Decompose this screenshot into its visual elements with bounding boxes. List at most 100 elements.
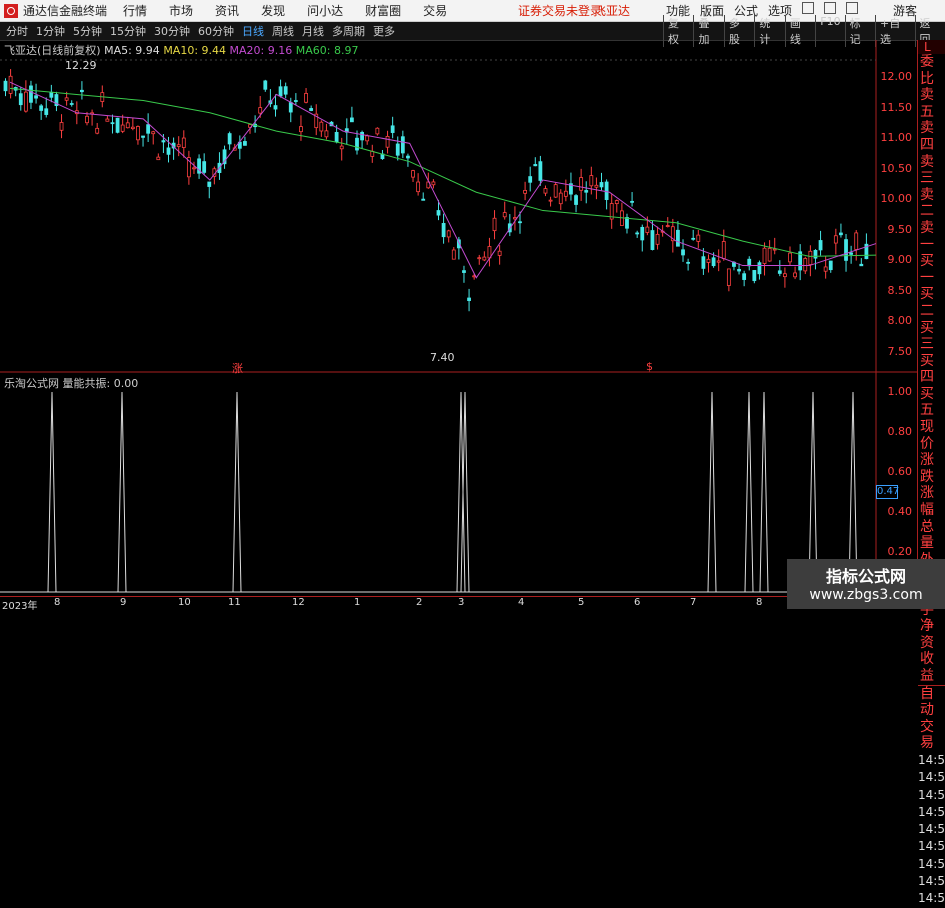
indicator-tick: 0.80	[887, 425, 913, 438]
candle-body	[166, 147, 171, 155]
candle-body	[3, 80, 8, 92]
low-price-label: 7.40	[430, 351, 455, 364]
candle-body	[518, 221, 522, 224]
candle-body	[436, 210, 441, 216]
quote-label: 卖四	[920, 120, 934, 153]
trade-label[interactable]: 交易	[918, 719, 945, 752]
tick-time: 14:56	[918, 891, 945, 906]
candle-body	[181, 137, 186, 148]
candle-body	[406, 155, 410, 159]
candle-body	[192, 167, 196, 170]
candle-body	[839, 232, 843, 236]
quote-label: 净资	[920, 618, 934, 651]
sub-indicator-line: 乐淘公式网 量能共振: 0.00	[4, 375, 138, 391]
indicator-spike	[744, 391, 754, 593]
candle-body	[650, 230, 655, 250]
candle-body	[635, 232, 640, 235]
indicator-spike	[707, 391, 717, 593]
candle-body	[803, 258, 808, 272]
candle-body	[299, 126, 303, 133]
candle-body	[849, 252, 854, 255]
ma10-value: MA10: 9.44	[163, 44, 227, 57]
indicator-current-value: 0.47	[876, 485, 900, 499]
candle-body	[513, 217, 517, 220]
candle-body	[304, 93, 308, 103]
indicator-spike	[232, 391, 242, 593]
candle-body	[18, 93, 23, 106]
quote-label: 卖一	[920, 219, 934, 253]
candle-body	[263, 80, 268, 90]
tick-time: 14:56	[918, 874, 945, 889]
candle-body	[630, 200, 634, 203]
quote-label: 卖五	[920, 87, 934, 120]
indicator-tick: 0.60	[887, 465, 913, 478]
candle-body	[589, 175, 594, 187]
tick-time: 14:55	[918, 752, 945, 767]
candle-body	[69, 103, 74, 105]
candle-body	[161, 140, 166, 143]
price-tick: 7.50	[887, 345, 913, 358]
candle-body	[854, 232, 859, 250]
candle-body	[696, 234, 701, 242]
candle-body	[533, 164, 538, 167]
date-tick: 2	[416, 597, 423, 608]
candle-body	[762, 247, 767, 264]
tick-time: 14:56	[918, 770, 945, 785]
quote-label: 总量	[920, 518, 934, 552]
candle-body	[584, 190, 589, 193]
candle-body	[151, 131, 156, 135]
candle-body	[431, 181, 436, 186]
candle-body	[319, 121, 324, 132]
tick-time: 14:56	[918, 787, 945, 802]
candle-body	[446, 230, 451, 238]
ma60-value: MA60: 8.97	[295, 44, 359, 57]
price-tick: 8.50	[887, 284, 913, 297]
candle-body	[793, 272, 797, 278]
candle-body	[808, 250, 813, 265]
quote-label: 收益	[920, 651, 934, 684]
candle-body	[115, 117, 120, 133]
ma-line-ma20	[9, 81, 877, 279]
date-tick: 6	[634, 597, 641, 608]
candle-body	[614, 200, 619, 205]
candle-body	[39, 105, 44, 111]
candle-body	[783, 273, 787, 278]
candle-body	[365, 135, 370, 142]
candle-body	[105, 118, 110, 122]
candle-body	[497, 250, 502, 256]
candle-body	[558, 192, 563, 205]
candle-body	[563, 190, 568, 197]
indicator-spike	[47, 391, 57, 593]
tick-time: 14:56	[918, 804, 945, 819]
kline-chart[interactable]	[0, 0, 917, 596]
high-price-label: 12.29	[65, 59, 97, 72]
candle-body	[574, 195, 578, 205]
auto-trade-label[interactable]: 自动	[918, 684, 945, 719]
up-marker: 涨	[232, 362, 243, 375]
candle-body	[8, 75, 13, 94]
candle-body	[349, 117, 354, 123]
candle-body	[833, 235, 838, 244]
indicator-tick: 0.20	[887, 545, 913, 558]
candle-body	[594, 184, 599, 188]
candle-body	[23, 91, 28, 112]
indicator-spike	[456, 391, 466, 593]
price-tick: 11.00	[880, 131, 913, 144]
candle-body	[176, 144, 181, 147]
candle-body	[859, 263, 864, 267]
candle-body	[421, 198, 426, 201]
candle-body	[777, 270, 782, 274]
quote-label: 买四	[920, 352, 934, 386]
candle-body	[395, 143, 400, 156]
price-tick: 10.50	[880, 162, 913, 175]
candle-body	[676, 229, 680, 247]
watermark-title: 指标公式网	[825, 567, 906, 586]
candle-body	[579, 177, 584, 191]
panel-toggle[interactable]: L	[918, 40, 945, 54]
candle-body	[492, 217, 497, 232]
candle-body	[828, 260, 833, 271]
date-tick: 9	[120, 597, 127, 608]
price-tick: 9.00	[887, 253, 913, 266]
quote-label: 涨跌	[920, 452, 934, 485]
candle-body	[80, 89, 84, 93]
